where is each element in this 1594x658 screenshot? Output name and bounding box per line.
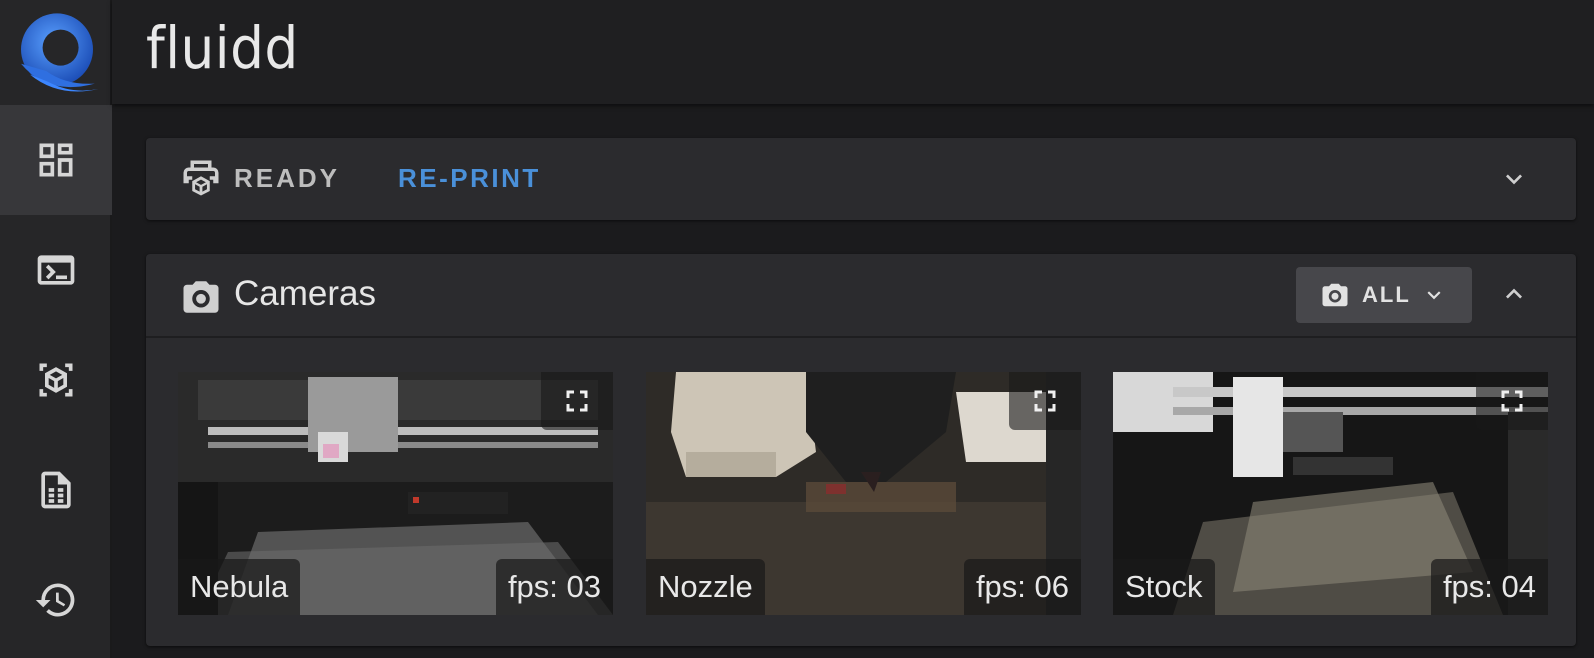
file-document-icon [41, 471, 71, 509]
history-icon [35, 583, 75, 617]
chevron-down-icon [1427, 291, 1441, 300]
app-brand: fluidd [146, 14, 299, 82]
fullscreen-button[interactable] [1009, 372, 1081, 430]
fullscreen-icon [566, 390, 588, 412]
nav-files[interactable] [0, 435, 112, 545]
camera-fps: fps: 06 [963, 559, 1081, 615]
camera-icon [183, 281, 219, 313]
camera-name: Nebula [178, 559, 301, 615]
cube-scan-icon [39, 363, 73, 397]
fluidd-logo-icon[interactable] [12, 8, 102, 98]
fullscreen-icon [1501, 390, 1523, 412]
camera-feed-nozzle[interactable]: Nozzle fps: 06 [646, 372, 1081, 615]
camera-filter-label: ALL [1362, 282, 1411, 307]
camera-feed-stock[interactable]: Stock fps: 04 [1113, 372, 1548, 615]
cameras-title: Cameras [234, 274, 376, 313]
nav-jobs[interactable] [0, 325, 112, 435]
app-bar: fluidd [112, 0, 1594, 104]
reprint-button[interactable]: RE-PRINT [398, 163, 541, 194]
camera-fps: fps: 04 [1430, 559, 1548, 615]
nav-dashboard[interactable] [0, 105, 112, 215]
chevron-up-icon [1506, 288, 1522, 299]
nav-history[interactable] [0, 545, 112, 655]
fullscreen-button[interactable] [1476, 372, 1548, 430]
camera-name: Nozzle [646, 559, 765, 615]
printer-3d-icon [183, 160, 219, 196]
sidebar [0, 0, 112, 658]
fullscreen-icon [1034, 390, 1056, 412]
nav-console[interactable] [0, 215, 112, 325]
console-icon [37, 255, 75, 285]
cameras-header: Cameras ALL [146, 254, 1576, 338]
camera-name: Stock [1113, 559, 1215, 615]
chevron-down-icon [1506, 174, 1522, 185]
camera-feed-nebula[interactable]: Nebula fps: 03 [178, 372, 613, 615]
expand-status-button[interactable] [1498, 163, 1530, 195]
camera-icon [1322, 283, 1348, 307]
camera-filter-button[interactable]: ALL [1296, 267, 1472, 323]
status-card: READY RE-PRINT [146, 138, 1576, 220]
dashboard-icon [39, 143, 73, 177]
printer-status: READY [234, 163, 341, 193]
camera-fps: fps: 03 [495, 559, 613, 615]
collapse-cameras-button[interactable] [1498, 278, 1530, 310]
fullscreen-button[interactable] [541, 372, 613, 430]
